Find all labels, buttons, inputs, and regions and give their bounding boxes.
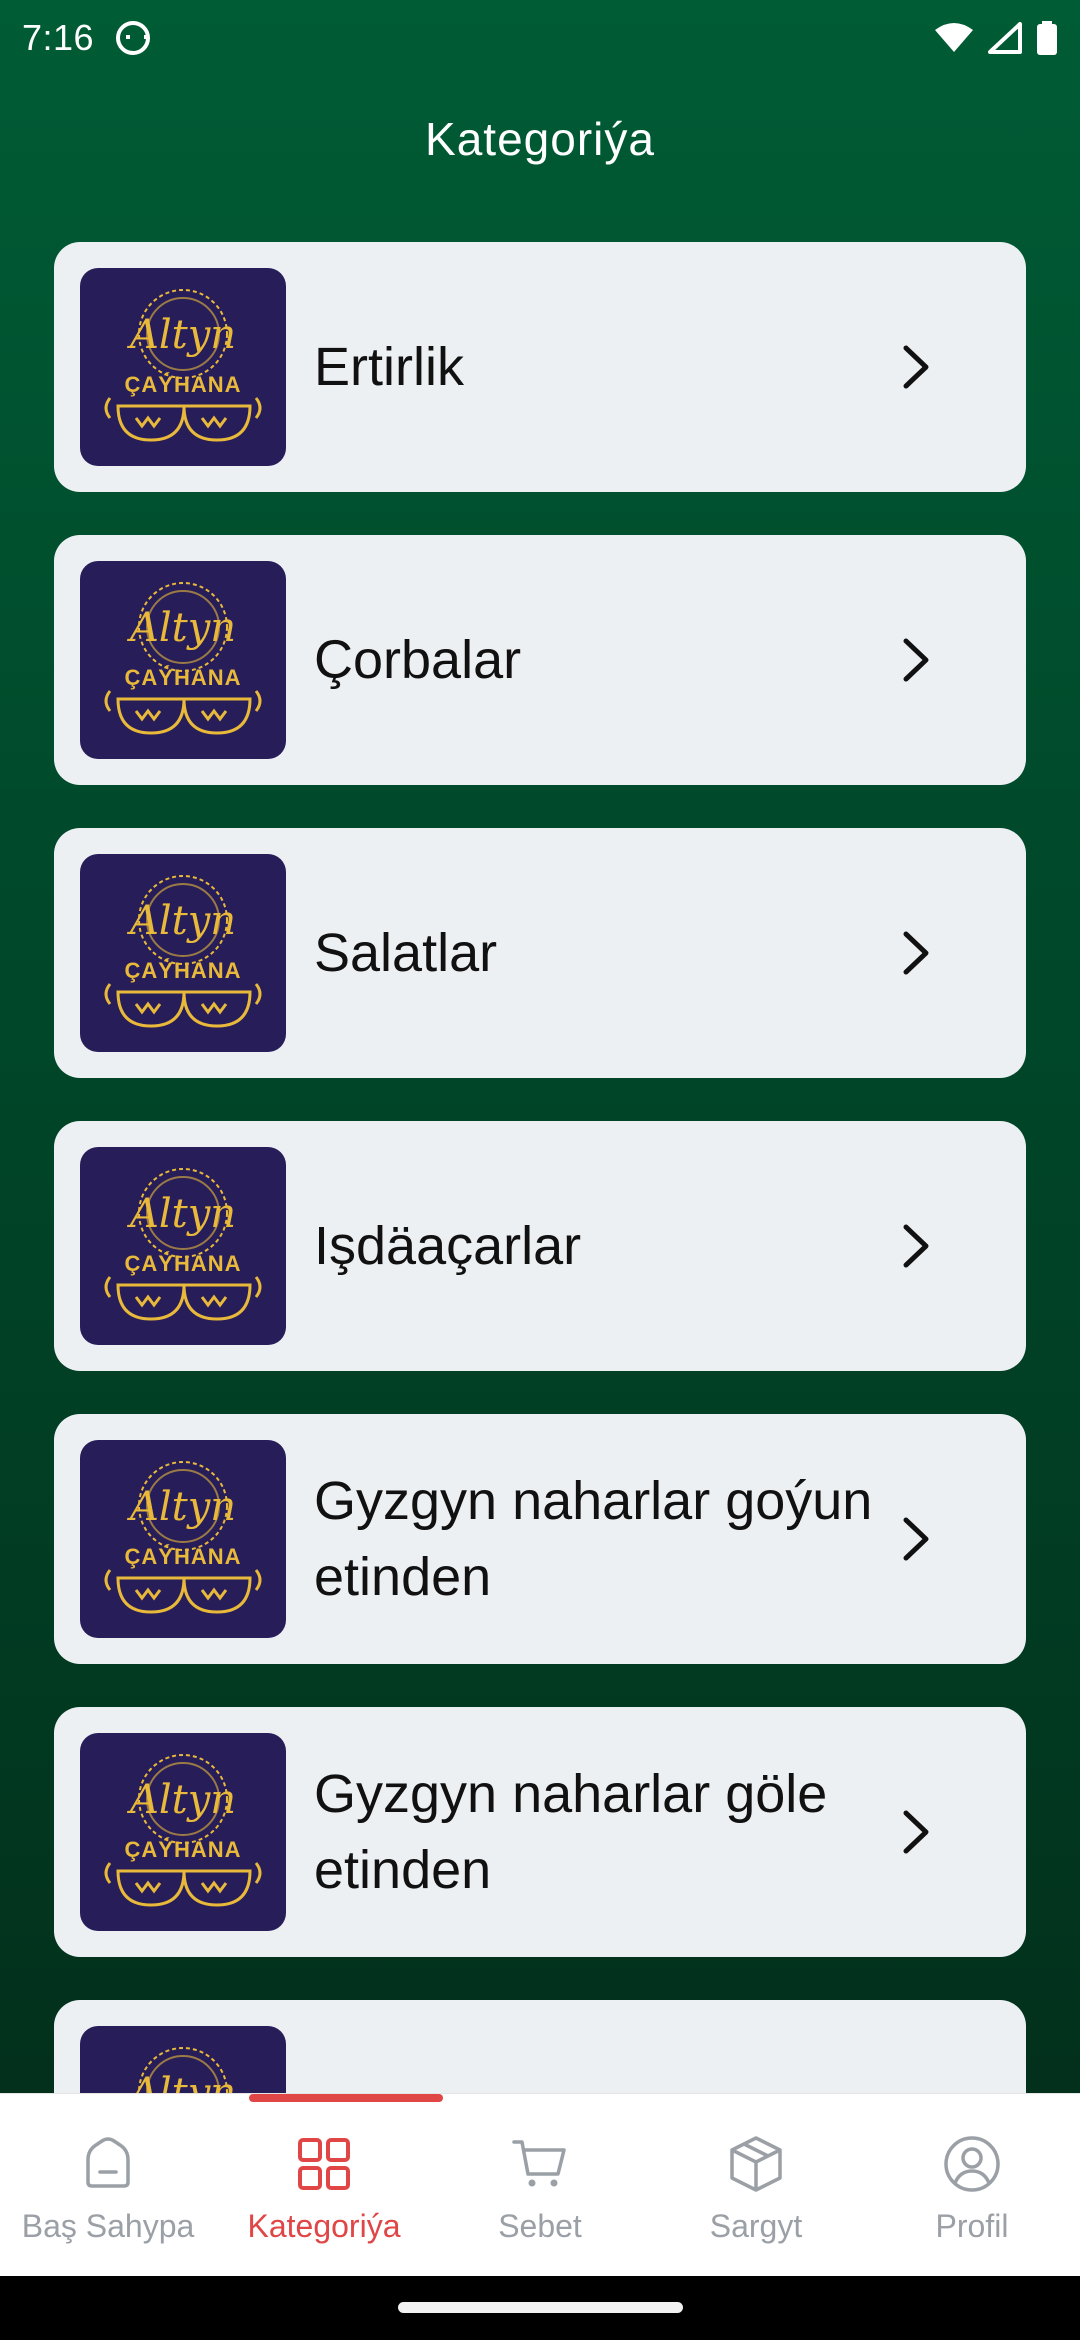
category-thumbnail: Altyn ÇAÝHANA	[80, 1733, 286, 1931]
altyn-cayhana-logo: Altyn ÇAÝHANA	[104, 875, 262, 1028]
category-card-4[interactable]: Altyn ÇAÝHANA Işdäaçarlar	[54, 1121, 1026, 1371]
svg-text:ÇAÝHANA: ÇAÝHANA	[125, 1837, 242, 1862]
category-card-6[interactable]: Altyn ÇAÝHANA Gyzgyn naharlar göle etind…	[54, 1707, 1026, 1957]
system-navigation-bar	[0, 2276, 1080, 2340]
chevron-right-icon	[903, 638, 929, 682]
nav-item-categories[interactable]: Kategoriýa	[216, 2094, 432, 2277]
svg-text:ÇAÝHANA: ÇAÝHANA	[125, 958, 242, 983]
wifi-icon	[935, 23, 973, 52]
altyn-cayhana-logo: Altyn ÇAÝHANA	[104, 1168, 262, 1321]
home-icon	[86, 2137, 130, 2188]
nav-label-orders: Sargyt	[709, 2208, 803, 2244]
svg-text:Altyn: Altyn	[126, 1484, 236, 1530]
chevron-right-icon	[903, 1224, 929, 1268]
altyn-cayhana-logo: Altyn ÇAÝHANA	[104, 1754, 262, 1907]
chevron-right-icon	[903, 1517, 929, 1561]
active-tab-indicator	[249, 2094, 443, 2102]
nav-item-home[interactable]: Baş Sahypa	[0, 2094, 216, 2277]
app-notification-icon	[116, 21, 151, 55]
category-thumbnail: Altyn ÇAÝHANA	[80, 561, 286, 759]
svg-text:Altyn: Altyn	[126, 1191, 236, 1237]
altyn-cayhana-logo: Altyn ÇAÝHANA	[104, 289, 262, 442]
svg-text:ÇAÝHANA: ÇAÝHANA	[125, 372, 242, 397]
category-card-1[interactable]: Altyn ÇAÝHANA Ertirlik	[54, 242, 1026, 492]
nav-item-profile[interactable]: Profil	[864, 2094, 1080, 2277]
category-card-2[interactable]: Altyn ÇAÝHANA Çorbalar	[54, 535, 1026, 785]
svg-text:ÇAÝHANA: ÇAÝHANA	[125, 665, 242, 690]
chevron-right-icon	[903, 1810, 929, 1854]
nav-label-profile: Profil	[935, 2208, 1009, 2244]
svg-text:ÇAÝHANA: ÇAÝHANA	[125, 1544, 242, 1569]
category-list: Altyn ÇAÝHANA Ertirlik Altyn ÇAÝHANA Çor…	[54, 242, 1026, 2293]
status-bar: 7:16	[0, 0, 1080, 76]
category-label: Gyzgyn naharlar göle etinden	[314, 1764, 828, 1900]
category-label: Ertirlik	[314, 337, 464, 397]
category-thumbnail: Altyn ÇAÝHANA	[80, 1440, 286, 1638]
category-thumbnail: Altyn ÇAÝHANA	[80, 268, 286, 466]
svg-text:Altyn: Altyn	[126, 1777, 236, 1823]
svg-text:Altyn: Altyn	[126, 898, 236, 944]
category-label: Işdäaçarlar	[314, 1216, 582, 1276]
battery-icon	[1037, 21, 1057, 55]
page-title: Kategoriýa	[425, 113, 655, 165]
bottom-navigation: Baş Sahypa Kategoriýa Sebet Sargyt Profi…	[0, 2093, 1080, 2276]
svg-text:Altyn: Altyn	[126, 605, 236, 651]
grid-icon	[298, 2138, 350, 2190]
profile-icon	[944, 2136, 1000, 2192]
screen: 7:16 Kategoriýa Altyn ÇAÝHANA Ertirlik A…	[0, 0, 1080, 2340]
nav-label-categories: Kategoriýa	[247, 2208, 401, 2244]
nav-label-cart: Sebet	[498, 2208, 582, 2244]
status-time: 7:16	[22, 17, 95, 58]
nav-label-home: Baş Sahypa	[21, 2208, 195, 2244]
category-thumbnail: Altyn ÇAÝHANA	[80, 1147, 286, 1345]
category-label: Çorbalar	[314, 630, 522, 690]
nav-item-cart[interactable]: Sebet	[432, 2094, 648, 2277]
altyn-cayhana-logo: Altyn ÇAÝHANA	[104, 582, 262, 735]
gesture-handle[interactable]	[398, 2302, 683, 2313]
svg-text:Altyn: Altyn	[126, 312, 236, 358]
cart-icon	[512, 2140, 566, 2187]
nav-item-orders[interactable]: Sargyt	[648, 2094, 864, 2277]
category-card-5[interactable]: Altyn ÇAÝHANA Gyzgyn naharlar goýun etin…	[54, 1414, 1026, 1664]
status-icons	[934, 21, 1058, 55]
chevron-right-icon	[903, 931, 929, 975]
svg-text:ÇAÝHANA: ÇAÝHANA	[125, 1251, 242, 1276]
category-card-3[interactable]: Altyn ÇAÝHANA Salatlar	[54, 828, 1026, 1078]
category-thumbnail: Altyn ÇAÝHANA	[80, 854, 286, 1052]
box-icon	[730, 2136, 782, 2192]
altyn-cayhana-logo: Altyn ÇAÝHANA	[104, 1461, 262, 1614]
signal-icon	[988, 22, 1022, 54]
chevron-right-icon	[903, 345, 929, 389]
category-label: Gyzgyn naharlar goýun etinden	[314, 1471, 873, 1607]
category-label: Salatlar	[314, 923, 498, 983]
